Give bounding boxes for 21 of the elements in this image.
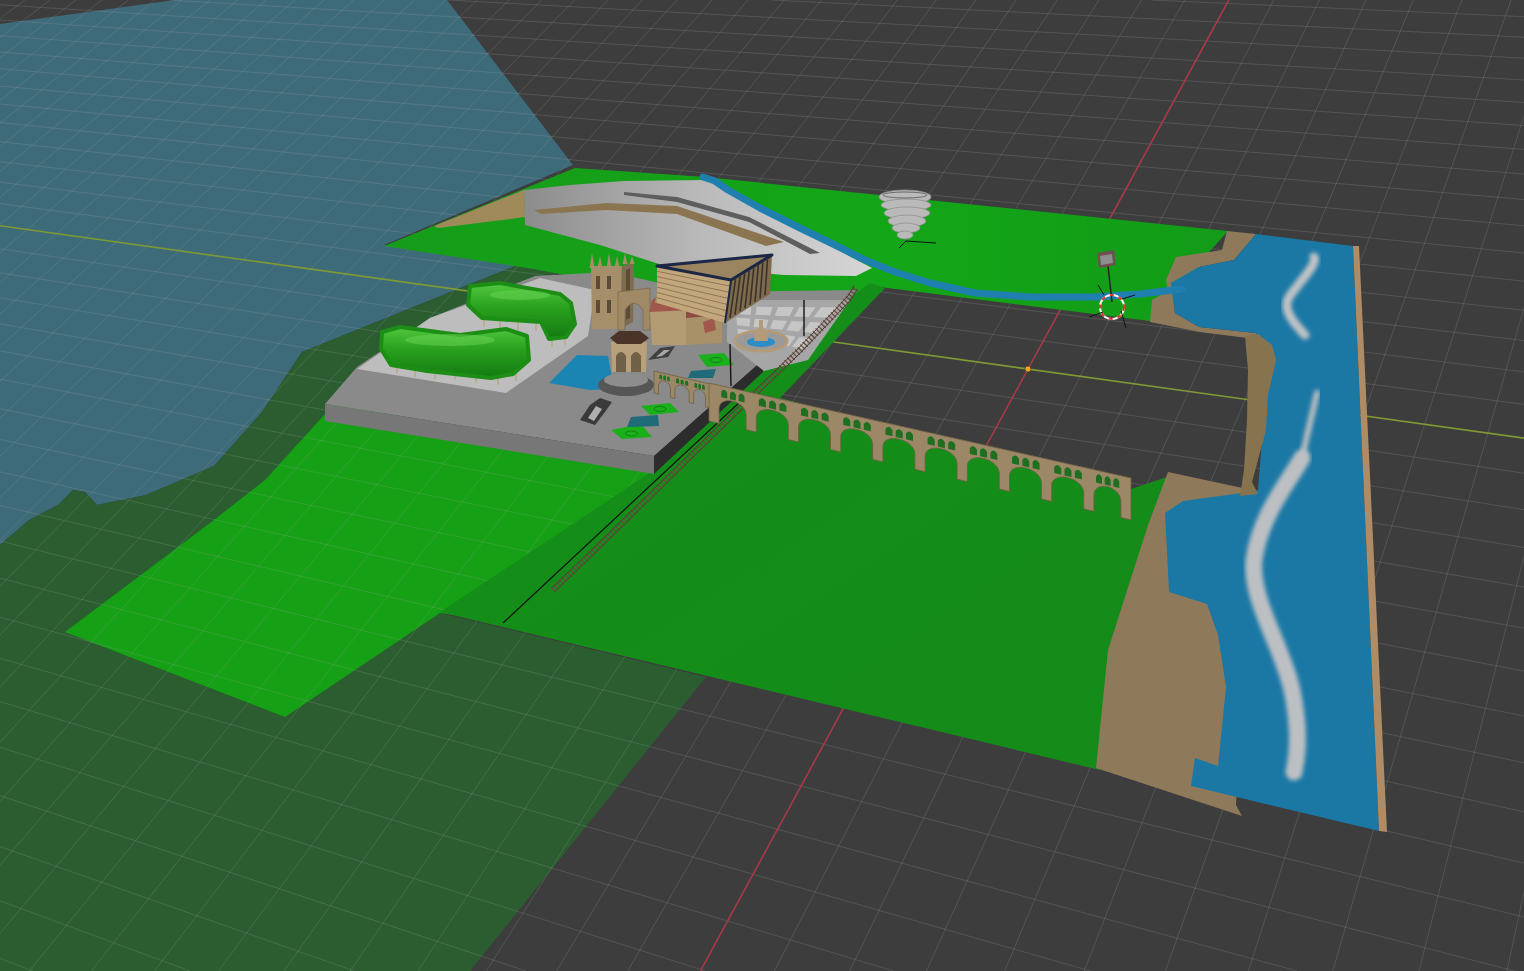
paving-tile [794,307,816,317]
statue [648,346,675,360]
tornado-drawing [878,189,937,249]
paving-tile [802,322,824,334]
origin-dot-icon [1024,365,1032,373]
water-tile [627,415,659,427]
paving-tile [736,317,751,327]
archway [617,287,651,331]
water-tile [688,369,716,378]
paving-tile [755,306,773,316]
paving-tile [774,306,795,317]
paving-tile [813,307,837,318]
park-tile [698,353,734,367]
paving-tile [786,321,806,332]
statue [580,398,612,425]
lamp-post [729,343,732,387]
paving-tile [792,336,811,349]
park-tile [641,403,679,415]
signpost [1097,250,1116,303]
pavilion [598,331,654,396]
fountain [733,320,789,353]
